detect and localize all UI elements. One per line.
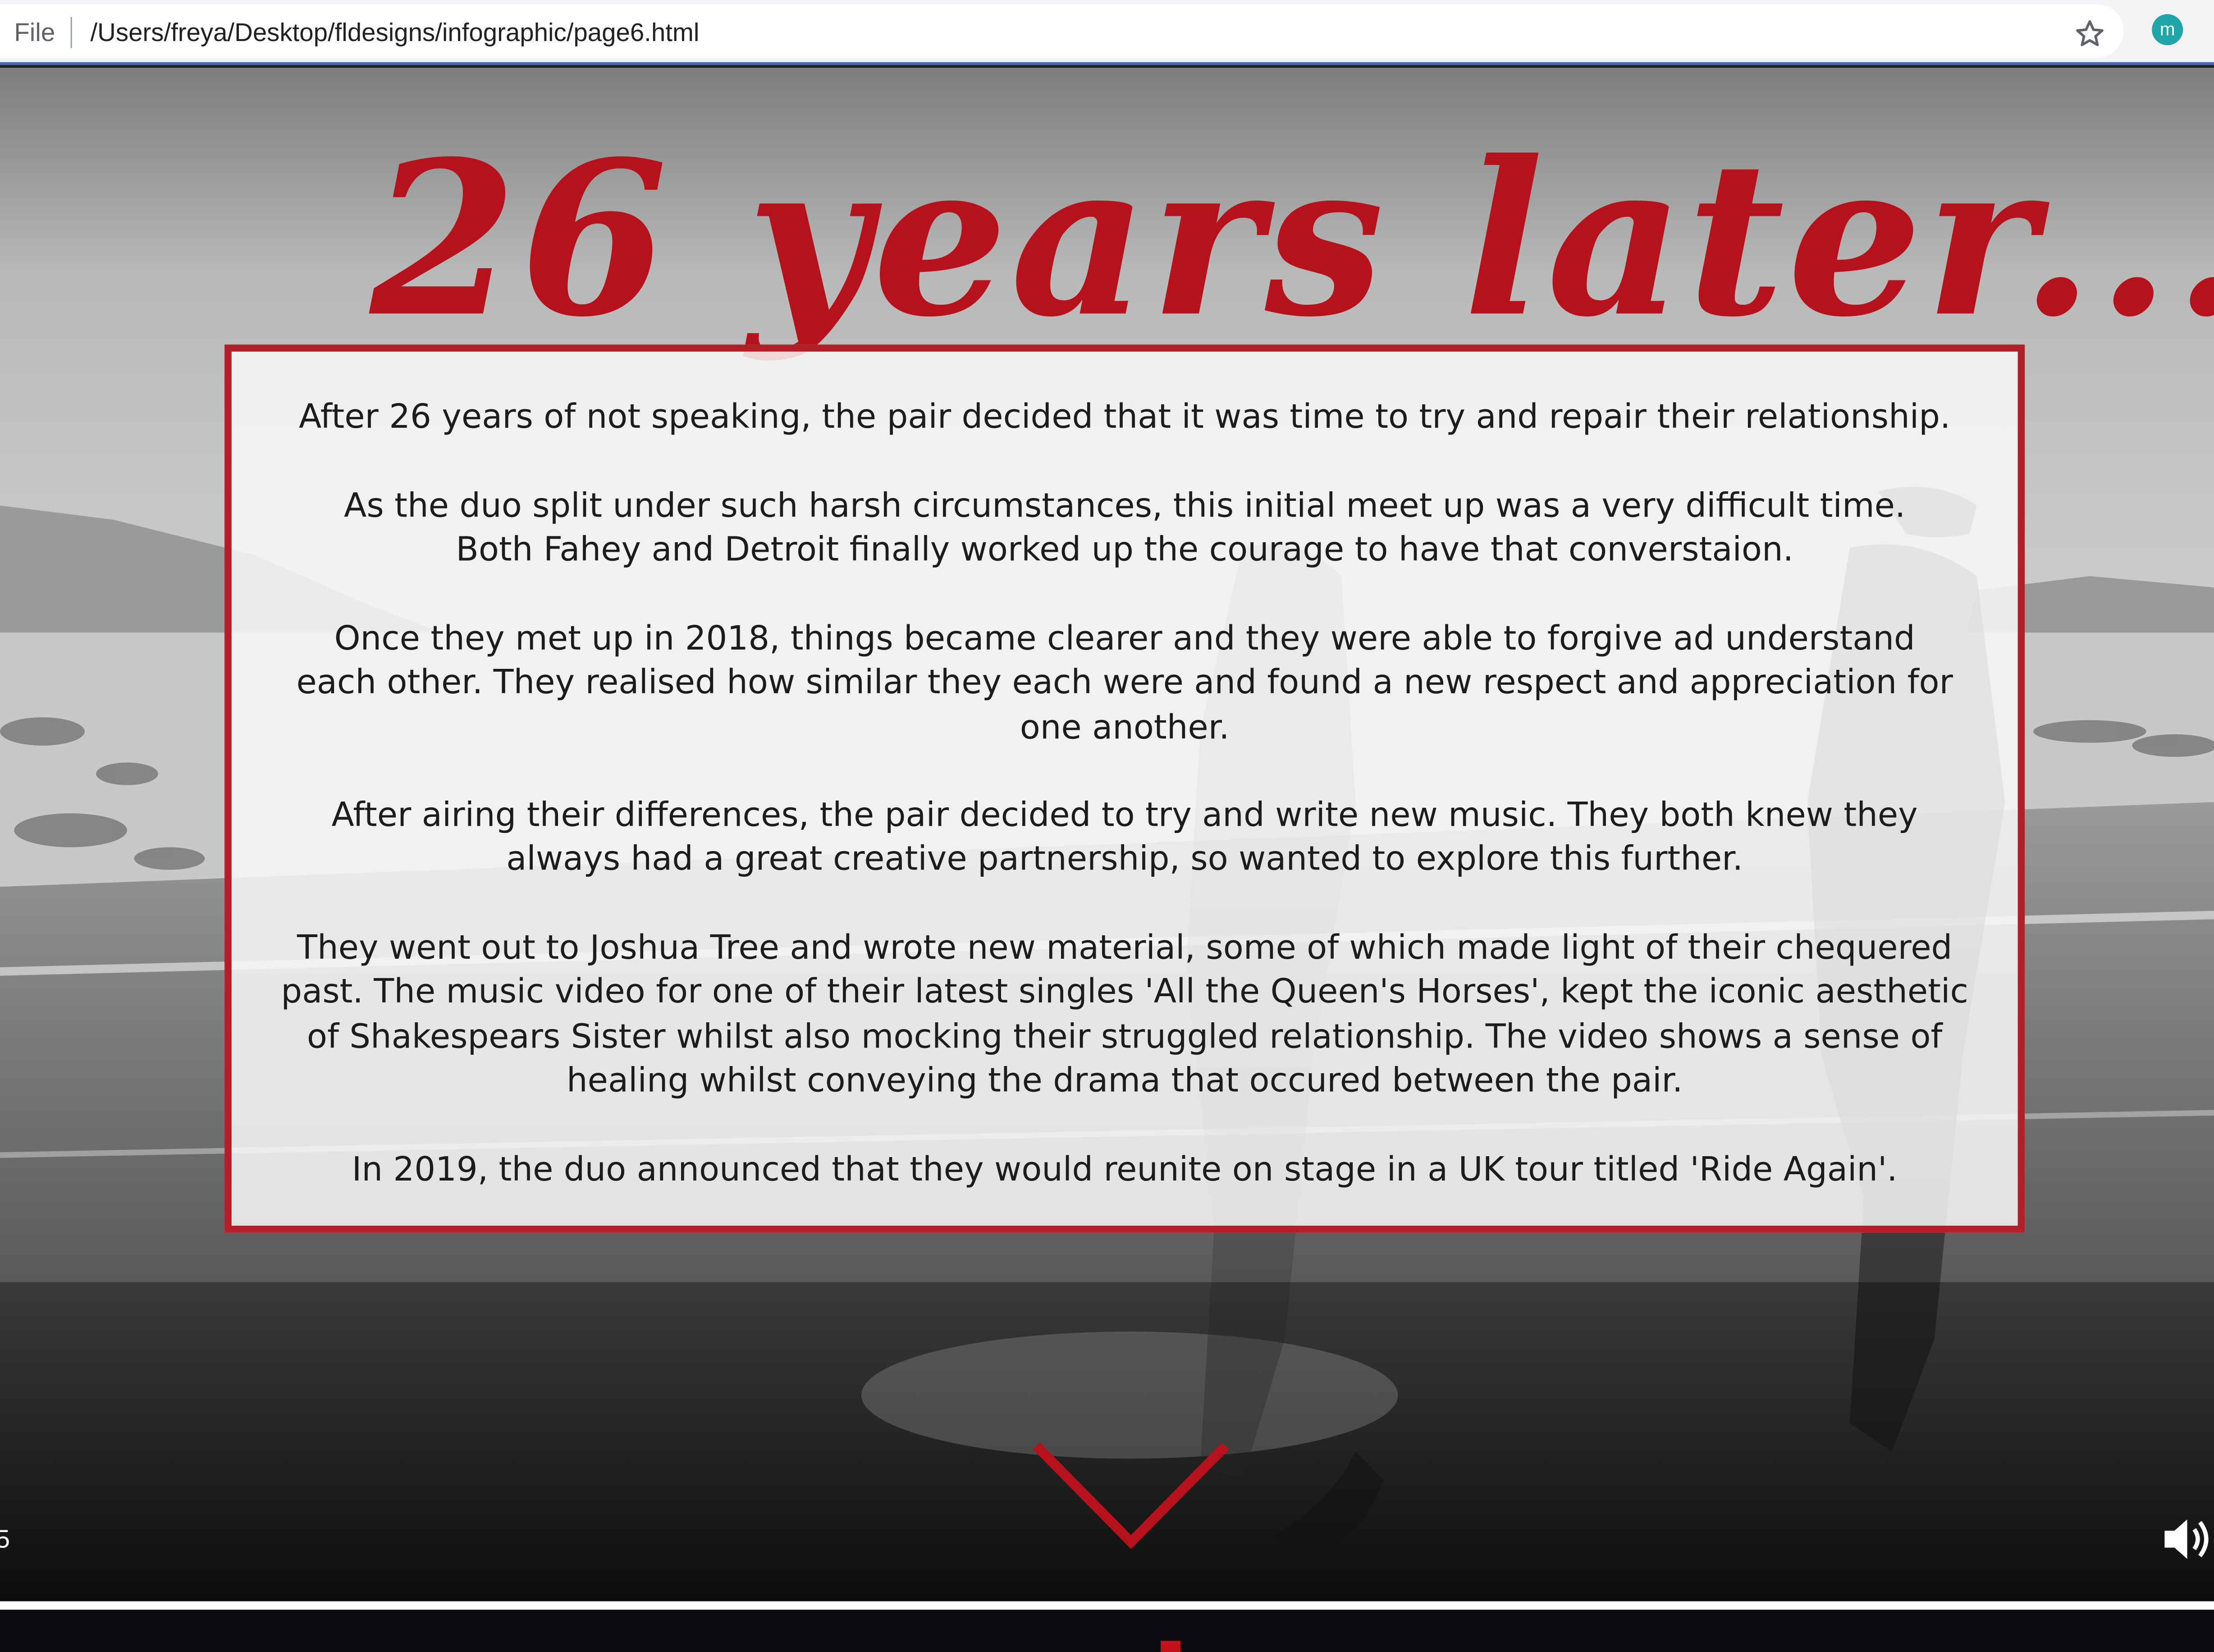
paragraph: As the duo split under such harsh circum… bbox=[344, 485, 1906, 570]
story-card: After 26 years of not speaking, the pair… bbox=[224, 344, 2025, 1233]
paragraph: In 2019, the duo announced that they wou… bbox=[352, 1149, 1898, 1189]
file-scheme-label: File bbox=[14, 18, 55, 47]
video-time: 5 bbox=[0, 1525, 10, 1555]
paragraph: After airing their differences, the pair… bbox=[331, 795, 1918, 879]
address-bar[interactable]: File /Users/freya/Desktop/fldesigns/info… bbox=[0, 4, 2124, 58]
star-icon[interactable] bbox=[2073, 17, 2107, 51]
paragraph: Once they met up in 2018, things became … bbox=[296, 618, 1953, 746]
url-text[interactable]: /Users/freya/Desktop/fldesigns/infograph… bbox=[90, 18, 699, 48]
page-title: 26 years later... bbox=[370, 115, 2214, 365]
browser-toolbar: File /Users/freya/Desktop/fldesigns/info… bbox=[0, 0, 2214, 65]
video-progress-bar[interactable] bbox=[0, 1601, 2214, 1610]
screen: File /Users/freya/Desktop/fldesigns/info… bbox=[0, 0, 2214, 1652]
paragraph: After 26 years of not speaking, the pair… bbox=[299, 397, 1951, 437]
address-divider bbox=[70, 17, 72, 48]
chevron-down-icon[interactable] bbox=[1028, 1437, 1234, 1553]
volume-icon[interactable] bbox=[2160, 1514, 2214, 1565]
profile-avatar[interactable]: m bbox=[2152, 14, 2183, 46]
progress-playhead[interactable] bbox=[1161, 1641, 1180, 1652]
video-controls-strip bbox=[0, 1610, 2214, 1652]
paragraph: They went out to Joshua Tree and wrote n… bbox=[281, 928, 1968, 1100]
